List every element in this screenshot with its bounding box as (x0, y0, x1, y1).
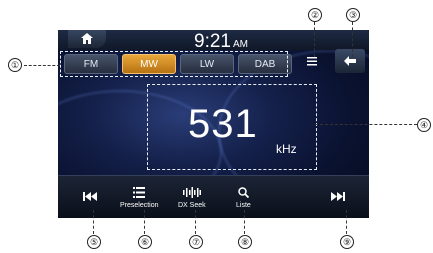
dx-seek-button[interactable]: DX Seek (178, 184, 206, 209)
callout-line-1 (24, 65, 60, 66)
callout-2: ② (308, 8, 322, 22)
search-icon (238, 186, 249, 198)
preselection-button[interactable]: Preselection (120, 184, 159, 209)
bottom-bar: Preselection DX Seek Liste (58, 175, 369, 218)
clock-time: 9:21 (194, 31, 231, 52)
callout-line-9 (346, 210, 347, 234)
seek-previous-button[interactable] (70, 182, 110, 210)
callout-7: ⑦ (189, 235, 203, 249)
callout-line-8 (244, 210, 245, 234)
clock: 9:21 AM (194, 31, 248, 53)
list-label: Liste (236, 202, 251, 209)
callout-line-2 (314, 22, 315, 57)
clock-ampm: AM (232, 39, 248, 50)
preselection-label: Preselection (120, 202, 159, 209)
callout-line-5 (93, 210, 94, 234)
callout-line-7 (195, 210, 196, 234)
callout-3: ③ (346, 8, 360, 22)
back-arrow-icon (344, 56, 356, 66)
back-button[interactable] (335, 49, 365, 73)
list-button[interactable]: Liste (236, 184, 251, 209)
callout-line-6 (144, 210, 145, 234)
home-icon (81, 32, 93, 44)
dx-seek-label: DX Seek (178, 202, 206, 209)
callout-8: ⑧ (238, 235, 252, 249)
list-icon (133, 186, 146, 198)
callout-line-4 (315, 124, 417, 125)
callout-5: ⑤ (87, 235, 101, 249)
callout-6: ⑥ (138, 235, 152, 249)
callout-1: ① (8, 58, 22, 72)
callout-box-frequency (147, 84, 317, 170)
menu-icon (307, 56, 317, 65)
callout-line-3 (352, 22, 353, 57)
callout-9: ⑨ (340, 235, 354, 249)
callout-box-bands (60, 51, 288, 77)
menu-button[interactable] (297, 49, 327, 73)
dx-seek-icon (182, 186, 201, 198)
seek-next-button[interactable] (318, 182, 358, 210)
home-button[interactable] (68, 30, 106, 48)
callout-4: ④ (417, 118, 431, 132)
skip-next-icon (331, 191, 345, 201)
skip-previous-icon (83, 191, 97, 201)
